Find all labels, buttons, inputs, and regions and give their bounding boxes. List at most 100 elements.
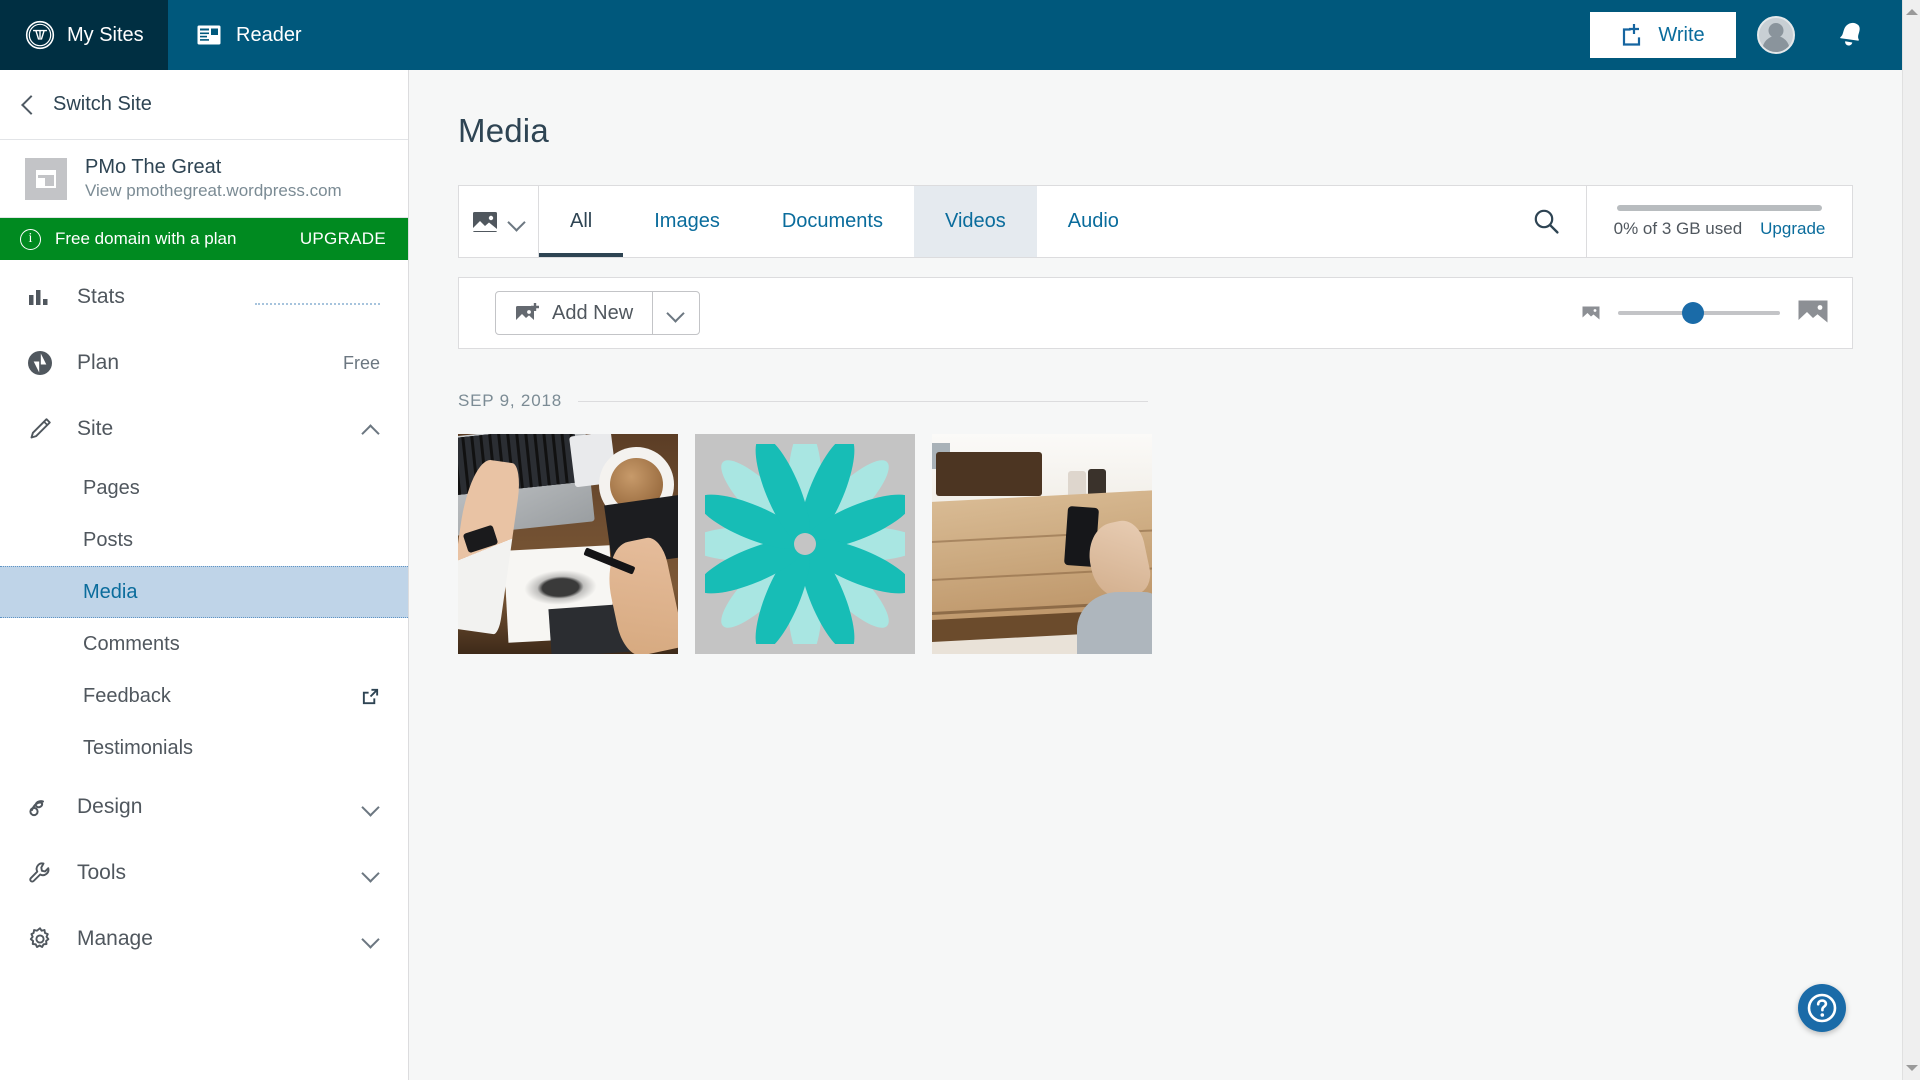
add-new-label: Add New [552,301,634,324]
my-sites-button[interactable]: My Sites [0,0,168,70]
chevron-down-icon [508,216,526,228]
site-name: PMo The Great [85,155,222,178]
media-search-button[interactable] [1507,186,1587,257]
sidebar-item-site[interactable]: Site [0,396,408,462]
masthead-actions: Write [1590,0,1902,70]
page-title: Media [458,112,549,149]
storage-upgrade-link[interactable]: Upgrade [1760,219,1825,239]
sidebar-item-design[interactable]: Design [0,774,408,840]
media-tabs: All Images Documents Videos Audio [539,186,1150,257]
tab-label: Audio [1067,210,1119,232]
scroll-down-arrow[interactable] [1903,1059,1920,1077]
slider-thumb[interactable] [1681,302,1704,324]
sidebar-item-plan[interactable]: Plan Free [0,330,408,396]
site-url-label: View pmothegreat.wordpress.com [85,180,342,200]
design-brush-icon [25,792,55,822]
chevron-down-icon[interactable] [362,801,380,813]
stats-sparkline [255,303,380,305]
plan-name-badge: Free [342,352,380,373]
date-group-rule [577,400,1148,402]
sidebar-item-label: Comments [83,632,180,655]
current-site-card[interactable]: PMo The Great View pmothegreat.wordpress… [0,140,408,218]
storage-usage-text: 0% of 3 GB used [1613,218,1743,238]
media-type-filter-dropdown[interactable] [459,186,539,257]
large-thumbnail-icon[interactable] [1798,300,1828,326]
small-thumbnail-icon[interactable] [1582,306,1600,321]
search-icon [1532,207,1561,236]
image-add-icon [515,302,541,325]
table-photo [932,434,1152,654]
plan-jetpack-icon [25,348,55,378]
write-button[interactable]: Write [1590,12,1736,58]
sidebar-item-label: Site [77,417,114,440]
page-scrollbar[interactable] [1902,0,1920,1080]
sidebar-item-posts[interactable]: Posts [0,514,408,566]
stats-bars-icon [25,282,55,312]
sidebar-item-label: Posts [83,528,134,551]
main-content: Media All Images Documents Videos Audio … [409,70,1902,1080]
write-label: Write [1658,23,1705,46]
external-link-icon [361,687,380,706]
media-toolbar: Add New [458,277,1853,349]
sidebar-item-label: Media [83,580,138,603]
chevron-up-icon[interactable] [362,423,380,435]
site-layout-icon [25,157,67,200]
sidebar-item-media[interactable]: Media [0,566,408,618]
masthead: My Sites Reader Write [0,0,1902,70]
user-profile-button[interactable] [1736,0,1816,70]
sidebar-item-label: Feedback [83,684,171,707]
media-thumbnail-flower-graphic[interactable] [695,434,915,654]
tab-videos[interactable]: Videos [913,186,1037,257]
avatar [1757,16,1795,54]
banner-text: Free domain with a plan [55,229,237,248]
switch-site-button[interactable]: Switch Site [0,70,408,140]
tab-documents[interactable]: Documents [751,186,914,257]
my-sites-label: My Sites [67,23,144,46]
sidebar: Switch Site PMo The Great View pmothegre… [0,70,409,1080]
thumbnail-size-slider[interactable] [1618,302,1780,324]
storage-indicator: 0% of 3 GB used Upgrade [1587,186,1852,257]
media-grid [458,434,1902,654]
date-group-label: SEP 9, 2018 [458,391,562,410]
flower-graphic [695,434,915,654]
media-filter-card: All Images Documents Videos Audio 0% of … [458,185,1853,258]
sidebar-item-label: Testimonials [83,736,194,759]
sidebar-item-label: Design [77,795,143,818]
desk-photo [458,434,678,654]
sidebar-item-feedback[interactable]: Feedback [0,670,408,722]
chevron-down-icon[interactable] [362,867,380,879]
chevron-down-icon[interactable] [362,933,380,945]
image-filter-icon [472,211,498,233]
add-new-button[interactable]: Add New [496,292,654,334]
scroll-up-arrow[interactable] [1903,3,1920,21]
gear-icon [25,924,55,954]
sidebar-item-tools[interactable]: Tools [0,840,408,906]
info-circle-icon: i [20,228,41,250]
reader-label: Reader [236,23,302,46]
sidebar-item-label: Tools [77,861,127,884]
tab-all[interactable]: All [539,186,624,257]
sidebar-item-manage[interactable]: Manage [0,906,408,972]
banner-upgrade-link[interactable]: UPGRADE [300,229,386,249]
date-group-header: SEP 9, 2018 [458,391,1148,411]
tab-audio[interactable]: Audio [1037,186,1150,257]
sidebar-item-label: Plan [77,351,120,374]
reader-button[interactable]: Reader [168,0,330,70]
help-button[interactable] [1798,984,1846,1032]
media-thumbnail-table-phone[interactable] [932,434,1152,654]
thumbnail-scale-control [1582,300,1828,326]
sidebar-item-label: Manage [77,927,153,950]
media-tabbar: All Images Documents Videos Audio 0% of … [459,186,1852,257]
tab-images[interactable]: Images [623,186,751,257]
add-new-dropdown-button[interactable] [653,292,699,334]
sidebar-item-comments[interactable]: Comments [0,618,408,670]
notifications-button[interactable] [1816,0,1888,70]
media-thumbnail-desk-laptop[interactable] [458,434,678,654]
pencil-icon [25,414,55,444]
sidebar-item-pages[interactable]: Pages [0,462,408,514]
free-domain-banner[interactable]: i Free domain with a plan UPGRADE [0,218,408,260]
storage-progress-bar [1617,204,1822,211]
sidebar-item-stats[interactable]: Stats [0,264,408,330]
notifications-bell-icon [1837,20,1867,50]
sidebar-item-testimonials[interactable]: Testimonials [0,722,408,774]
